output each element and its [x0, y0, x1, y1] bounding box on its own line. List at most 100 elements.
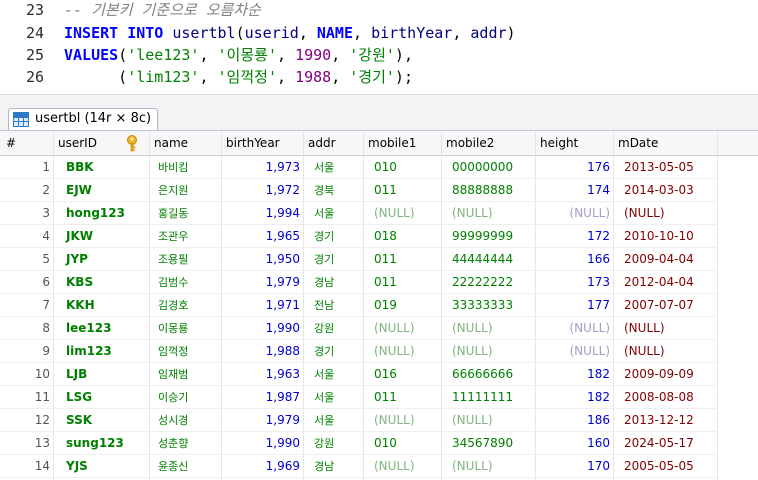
table-row[interactable]: 4 JKW 조관우 1,965 경기 018 99999999 172 2010-10-10: [0, 225, 758, 248]
cell-col-mobile2[interactable]: 22222222: [442, 271, 536, 294]
cell-col-mobile2[interactable]: 44444444: [442, 248, 536, 271]
header-col-birthyear[interactable]: birthYear: [222, 131, 304, 155]
cell-col-mobile2[interactable]: (NULL): [442, 409, 536, 432]
cell-col-height[interactable]: 176: [536, 156, 614, 179]
cell-col-birthyear[interactable]: 1,990: [222, 317, 304, 340]
cell-col-userid[interactable]: YJS: [54, 455, 150, 478]
cell-col-mdate[interactable]: 2024-05-17: [614, 432, 718, 455]
cell-col-height[interactable]: (NULL): [536, 317, 614, 340]
cell-col-height[interactable]: 177: [536, 294, 614, 317]
table-row[interactable]: 11 LSG 이승기 1,987 서울 011 11111111 182 2008-08-08: [0, 386, 758, 409]
cell-col-userid[interactable]: KBS: [54, 271, 150, 294]
cell-col-birthyear[interactable]: 1,990: [222, 432, 304, 455]
cell-col-mobile1[interactable]: 018: [364, 225, 442, 248]
table-row[interactable]: 12 SSK 성시경 1,979 서울 (NULL) (NULL) 186 2013-12-12: [0, 409, 758, 432]
cell-col-mobile2[interactable]: 33333333: [442, 294, 536, 317]
tab-usertbl[interactable]: usertbl (14r × 8c): [8, 108, 158, 130]
header-col-mdate[interactable]: mDate: [614, 131, 718, 155]
cell-col-birthyear[interactable]: 1,971: [222, 294, 304, 317]
cell-col-mobile2[interactable]: (NULL): [442, 317, 536, 340]
cell-col-mdate[interactable]: 2005-05-05: [614, 455, 718, 478]
table-row[interactable]: 3 hong123 홍길동 1,994 서울 (NULL) (NULL) (NULL) (NUL…: [0, 202, 758, 225]
cell-col-mdate[interactable]: 2013-05-05: [614, 156, 718, 179]
cell-col-name[interactable]: 이승기: [150, 386, 222, 409]
cell-col-mobile2[interactable]: 11111111: [442, 386, 536, 409]
cell-col-birthyear[interactable]: 1,963: [222, 363, 304, 386]
cell-col-addr[interactable]: 강원: [304, 317, 364, 340]
cell-col-name[interactable]: 성시경: [150, 409, 222, 432]
cell-col-userid[interactable]: BBK: [54, 156, 150, 179]
cell-col-addr[interactable]: 경남: [304, 271, 364, 294]
cell-col-mobile1[interactable]: 011: [364, 271, 442, 294]
cell-col-mobile2[interactable]: 34567890: [442, 432, 536, 455]
cell-col-mdate[interactable]: 2014-03-03: [614, 179, 718, 202]
header-col-height[interactable]: height: [536, 131, 614, 155]
cell-col-mobile2[interactable]: 00000000: [442, 156, 536, 179]
cell-col-userid[interactable]: EJW: [54, 179, 150, 202]
cell-col-mdate[interactable]: 2012-04-04: [614, 271, 718, 294]
cell-col-name[interactable]: 은지원: [150, 179, 222, 202]
code-line[interactable]: 23 -- 기본키 기준으로 오름차순: [0, 0, 758, 21]
cell-col-birthyear[interactable]: 1,979: [222, 271, 304, 294]
cell-col-height[interactable]: (NULL): [536, 340, 614, 363]
cell-col-birthyear[interactable]: 1,994: [222, 202, 304, 225]
cell-col-userid[interactable]: lee123: [54, 317, 150, 340]
cell-col-height[interactable]: 173: [536, 271, 614, 294]
table-row[interactable]: 8 lee123 이몽룡 1,990 강원 (NULL) (NULL) (NULL) (NULL…: [0, 317, 758, 340]
cell-col-name[interactable]: 김범수: [150, 271, 222, 294]
cell-col-height[interactable]: (NULL): [536, 202, 614, 225]
table-row[interactable]: 14 YJS 윤종신 1,969 경남 (NULL) (NULL) 170 2005-05-05: [0, 455, 758, 478]
cell-col-mobile1[interactable]: (NULL): [364, 340, 442, 363]
cell-col-addr[interactable]: 경북: [304, 179, 364, 202]
cell-col-userid[interactable]: lim123: [54, 340, 150, 363]
cell-col-mobile2[interactable]: (NULL): [442, 202, 536, 225]
cell-col-mdate[interactable]: 2008-08-08: [614, 386, 718, 409]
cell-col-height[interactable]: 172: [536, 225, 614, 248]
cell-col-mobile2[interactable]: (NULL): [442, 340, 536, 363]
cell-col-mobile1[interactable]: 016: [364, 363, 442, 386]
cell-col-mobile1[interactable]: 011: [364, 386, 442, 409]
code-line[interactable]: 25 VALUES('lee123', '이몽룡', 1990, '강원'),: [0, 45, 758, 66]
cell-col-height[interactable]: 160: [536, 432, 614, 455]
cell-col-birthyear[interactable]: 1,972: [222, 179, 304, 202]
cell-col-mdate[interactable]: 2013-12-12: [614, 409, 718, 432]
cell-col-addr[interactable]: 서울: [304, 156, 364, 179]
cell-col-addr[interactable]: 서울: [304, 363, 364, 386]
cell-col-mobile1[interactable]: (NULL): [364, 317, 442, 340]
cell-col-addr[interactable]: 서울: [304, 202, 364, 225]
cell-col-height[interactable]: 170: [536, 455, 614, 478]
cell-col-userid[interactable]: LJB: [54, 363, 150, 386]
cell-col-mobile1[interactable]: (NULL): [364, 455, 442, 478]
cell-col-mdate[interactable]: (NULL): [614, 202, 718, 225]
cell-col-name[interactable]: 바비킴: [150, 156, 222, 179]
cell-col-name[interactable]: 조관우: [150, 225, 222, 248]
cell-col-addr[interactable]: 경기: [304, 248, 364, 271]
table-row[interactable]: 6 KBS 김범수 1,979 경남 011 22222222 173 2012-04-04: [0, 271, 758, 294]
table-row[interactable]: 13 sung123 성춘향 1,990 강원 010 34567890 160 2024-05…: [0, 432, 758, 455]
cell-col-mobile2[interactable]: 88888888: [442, 179, 536, 202]
table-row[interactable]: 1 BBK 바비킴 1,973 서울 010 00000000 176 2013-05-05: [0, 156, 758, 179]
cell-col-mobile1[interactable]: 010: [364, 432, 442, 455]
cell-col-mobile2[interactable]: 66666666: [442, 363, 536, 386]
cell-col-addr[interactable]: 경남: [304, 455, 364, 478]
table-row[interactable]: 9 lim123 임꺽정 1,988 경기 (NULL) (NULL) (NULL) (NULL…: [0, 340, 758, 363]
header-col-addr[interactable]: addr: [304, 131, 364, 155]
cell-col-birthyear[interactable]: 1,965: [222, 225, 304, 248]
cell-col-mobile1[interactable]: (NULL): [364, 202, 442, 225]
cell-col-mobile2[interactable]: 99999999: [442, 225, 536, 248]
table-row[interactable]: 7 KKH 김경호 1,971 전남 019 33333333 177 2007-07-07: [0, 294, 758, 317]
cell-col-addr[interactable]: 경기: [304, 340, 364, 363]
cell-col-addr[interactable]: 전남: [304, 294, 364, 317]
cell-col-name[interactable]: 김경호: [150, 294, 222, 317]
cell-col-userid[interactable]: SSK: [54, 409, 150, 432]
cell-col-addr[interactable]: 강원: [304, 432, 364, 455]
cell-col-height[interactable]: 182: [536, 386, 614, 409]
cell-col-mobile1[interactable]: 011: [364, 248, 442, 271]
cell-col-userid[interactable]: KKH: [54, 294, 150, 317]
cell-col-addr[interactable]: 경기: [304, 225, 364, 248]
table-row[interactable]: 5 JYP 조용필 1,950 경기 011 44444444 166 2009-04-04: [0, 248, 758, 271]
cell-col-name[interactable]: 윤종신: [150, 455, 222, 478]
cell-col-mdate[interactable]: 2009-04-04: [614, 248, 718, 271]
cell-col-mobile1[interactable]: 010: [364, 156, 442, 179]
cell-col-birthyear[interactable]: 1,988: [222, 340, 304, 363]
